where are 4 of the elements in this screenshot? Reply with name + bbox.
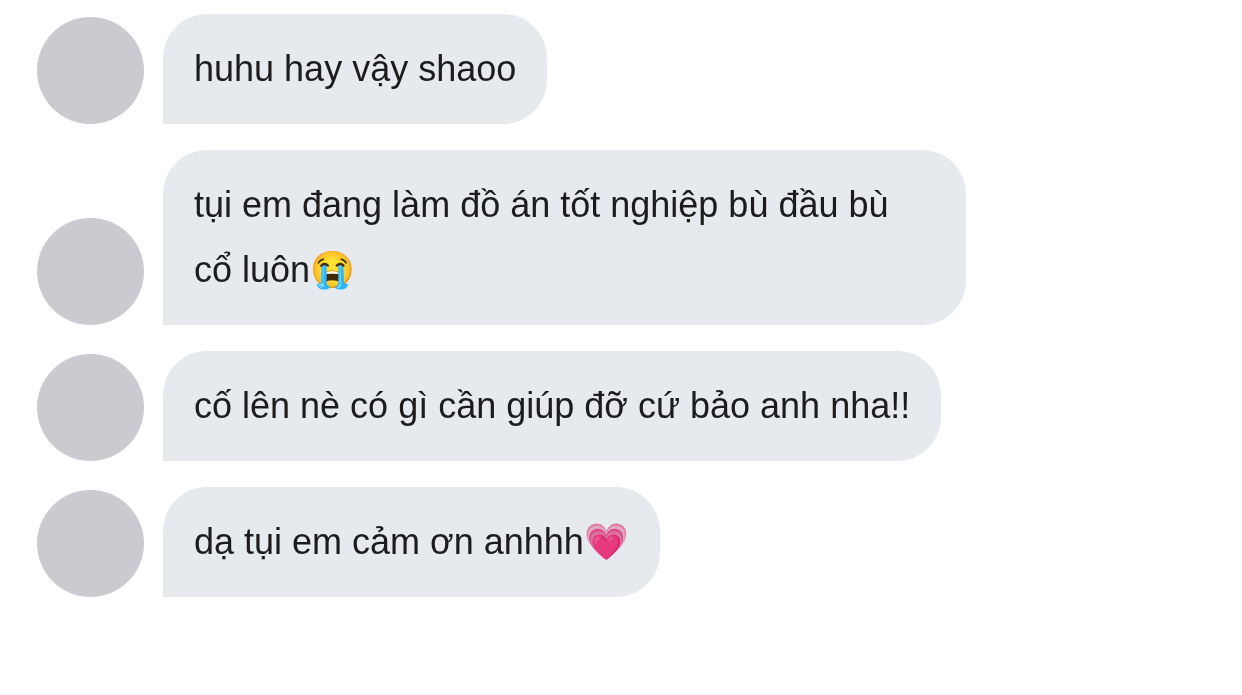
message-bubble: dạ tụi em cảm ơn anhhh💗 (163, 487, 660, 597)
message-bubble: cố lên nè có gì cần giúp đỡ cứ bảo anh nha!! (163, 351, 942, 461)
message-bubble: tụi em đang làm đồ án tốt nghiệp bù đầu bù cổ luôn😭 (163, 150, 966, 325)
message-bubble: huhu hay vậy shaoo (163, 14, 548, 124)
